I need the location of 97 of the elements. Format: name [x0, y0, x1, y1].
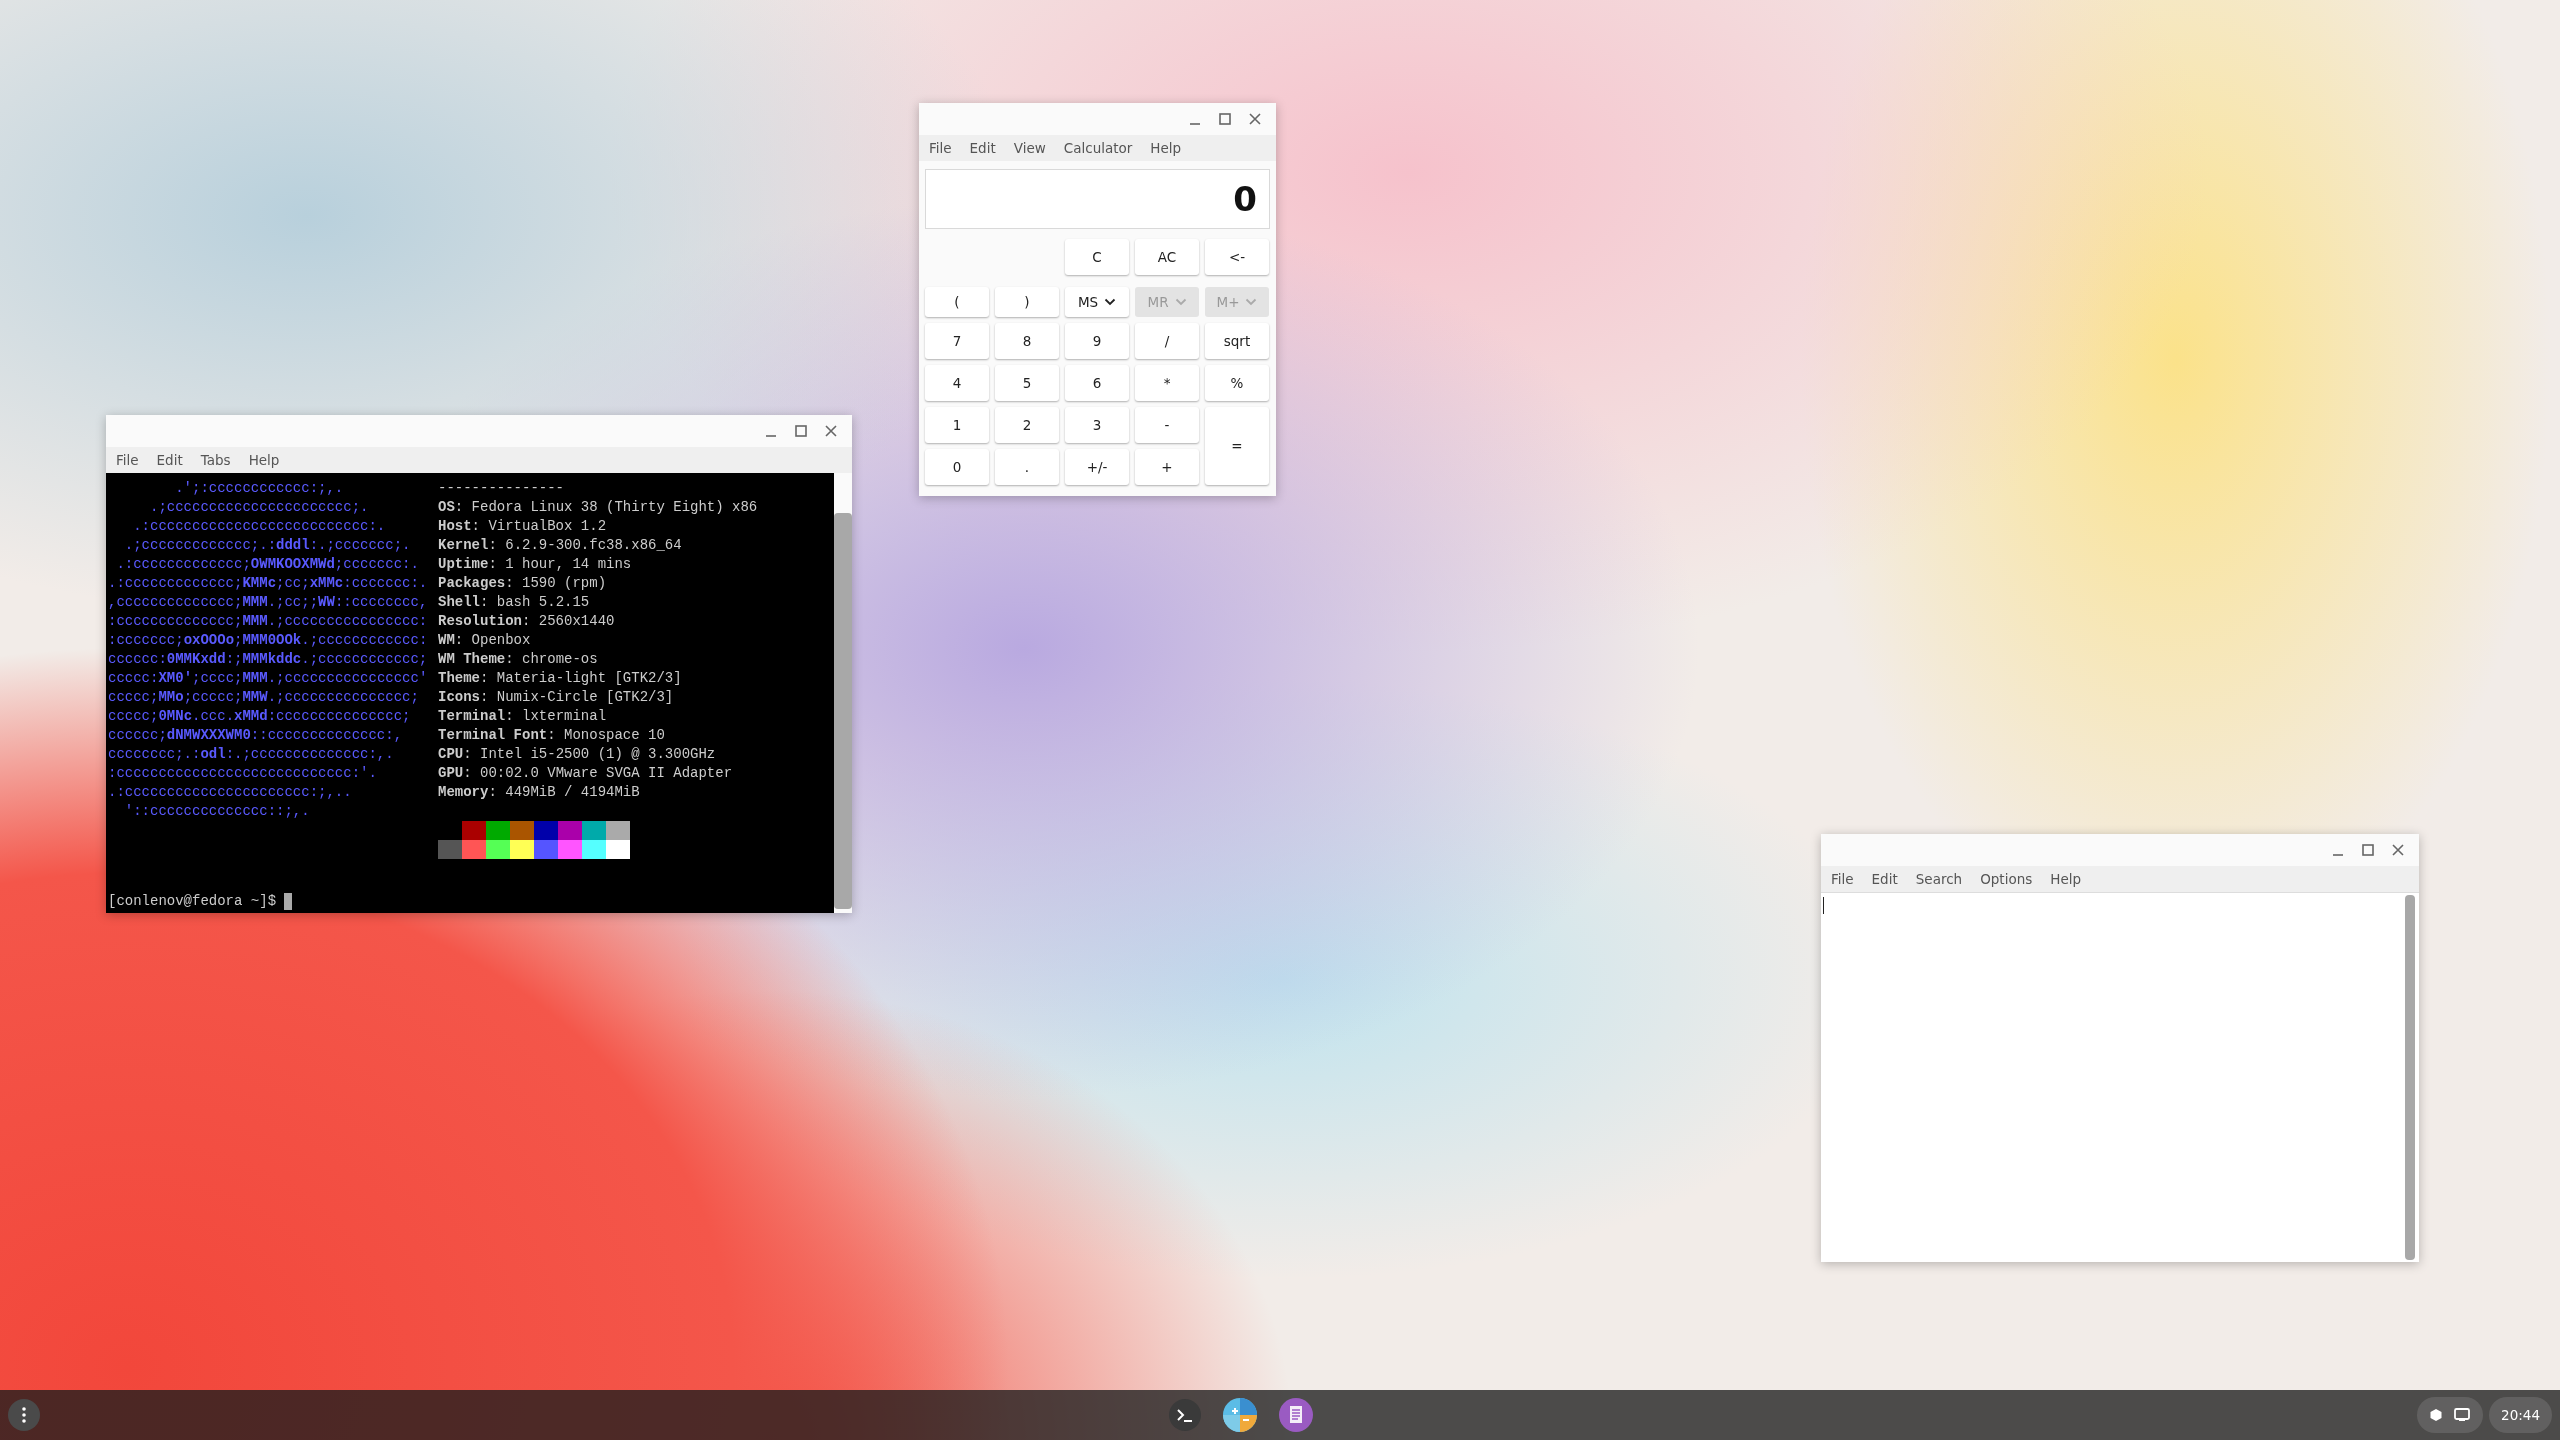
keypad-button[interactable]: .	[995, 449, 1059, 485]
logo-art-line: cccccccc;.:odl:.;cccccccccccccc:,.	[108, 745, 395, 764]
keypad-button[interactable]: )	[995, 287, 1059, 317]
keypad-button[interactable]: -	[1135, 407, 1199, 443]
command-prompt: [conlenov@fedora ~]$	[108, 892, 277, 911]
logo-art-line: .;cccccccccccccccccccccc;.	[149, 498, 370, 517]
keypad-button[interactable]: MS	[1065, 287, 1129, 317]
close-icon[interactable]	[2391, 843, 2405, 857]
chevron-down-icon	[1174, 298, 1187, 306]
keypad-button[interactable]: =	[1205, 407, 1269, 485]
keypad-button[interactable]: 5	[995, 365, 1059, 401]
keypad-button[interactable]: +/-	[1065, 449, 1129, 485]
close-icon[interactable]	[1248, 112, 1262, 126]
keypad-button[interactable]: 2	[995, 407, 1059, 443]
menu-item[interactable]: Options	[1974, 870, 2039, 888]
menu-item[interactable]: File	[923, 139, 958, 157]
system-info-line: WM Theme: chrome-os	[438, 650, 599, 669]
keypad-button[interactable]: *	[1135, 365, 1199, 401]
system-info-line: Terminal Font: Monospace 10	[438, 726, 666, 745]
system-info-line: Resolution: 2560x1440	[438, 612, 616, 631]
logo-art-line: .:cccccccccccccccccccccccccc:.	[132, 517, 387, 536]
menu-item[interactable]: Tabs	[194, 451, 237, 469]
logo-art-line: ccccc;MMo;ccccc;MMW.;ccccccccccccccc;	[108, 688, 420, 707]
logo-art-line: .:cccccccccccccccccccccc:;,..	[108, 783, 353, 802]
menu-item[interactable]: File	[110, 451, 145, 469]
logo-art-line: cccccc:0MMKxdd:;MMMkddc.;cccccccccccc;	[108, 650, 429, 669]
keypad-button[interactable]: 1	[925, 407, 989, 443]
menu-item[interactable]: Edit	[1865, 870, 1904, 888]
keypad-button[interactable]: /	[1135, 323, 1199, 359]
menu-item[interactable]: Help	[2044, 870, 2087, 888]
logo-art-line: .';:cccccccccccc:;,.	[174, 479, 345, 498]
globe-icon[interactable]	[1223, 1398, 1257, 1432]
system-tray[interactable]	[2417, 1397, 2484, 1433]
system-info-line: Memory: 449MiB / 4194MiB	[438, 783, 641, 802]
terminal-icon[interactable]	[1169, 1399, 1201, 1431]
keypad-button[interactable]: 9	[1065, 323, 1129, 359]
text-cursor	[284, 893, 293, 910]
maximize-icon[interactable]	[794, 424, 808, 438]
scrollbar-thumb[interactable]	[2405, 895, 2415, 1260]
menu-item[interactable]: Edit	[963, 139, 1002, 157]
system-info-line: Uptime: 1 hour, 14 mins	[438, 555, 633, 574]
logo-art-line: .:ccccccccccccc;KMMc;cc;xMMc:ccccccc:.	[108, 574, 429, 593]
keypad-button[interactable]: sqrt	[1205, 323, 1269, 359]
text-cursor	[1823, 897, 1824, 914]
hexagon-icon[interactable]	[2429, 1408, 2444, 1422]
document-icon[interactable]	[1279, 1398, 1313, 1432]
keypad-button[interactable]: 6	[1065, 365, 1129, 401]
maximize-icon[interactable]	[1218, 112, 1232, 126]
monitor-icon[interactable]	[2453, 1407, 2472, 1423]
menu-item[interactable]: Edit	[150, 451, 189, 469]
keypad-button[interactable]: %	[1205, 365, 1269, 401]
system-info-line: Shell: bash 5.2.15	[438, 593, 591, 612]
menu-item[interactable]: Help	[1144, 139, 1188, 157]
maximize-icon[interactable]	[2361, 843, 2375, 857]
separator-line: ---------------	[438, 479, 566, 498]
keypad-button[interactable]: (	[925, 287, 989, 317]
keypad-button[interactable]: 7	[925, 323, 989, 359]
clock[interactable]: 20:44	[2489, 1397, 2552, 1433]
menu-item[interactable]: Search	[1909, 870, 1969, 888]
logo-art-line: :cccccccccccccccccccccccccccc:'.	[108, 764, 378, 783]
logo-art-line: ,cccccccccccccc;MMM.;cc;;WW::cccccccc,	[108, 593, 429, 612]
logo-art-line: cccccc;dNMWXXXWM0::cccccccccccccc:,	[108, 726, 404, 745]
keypad-button[interactable]: AC	[1135, 239, 1199, 275]
logo-art-line: :cccccccccccccc;MMM.;cccccccccccccccc:	[108, 612, 429, 631]
keypad-button[interactable]: 8	[995, 323, 1059, 359]
system-info-line: Terminal: lxterminal	[438, 707, 608, 726]
keypad-button[interactable]: C	[1065, 239, 1129, 275]
system-info-line: Kernel: 6.2.9-300.fc38.x86_64	[438, 536, 683, 555]
menu-item[interactable]: Help	[242, 451, 286, 469]
system-info-line: GPU: 00:02.0 VMware SVGA II Adapter	[438, 764, 734, 783]
system-info-line: OS: Fedora Linux 38 (Thirty Eight) x86	[438, 498, 758, 517]
launcher-icon[interactable]	[8, 1399, 40, 1431]
menu-item[interactable]: File	[1825, 870, 1860, 888]
system-info-line: Host: VirtualBox 1.2	[438, 517, 608, 536]
keypad-button[interactable]: 0	[925, 449, 989, 485]
system-info-line: Packages: 1590 (rpm)	[438, 574, 608, 593]
keypad-button[interactable]: 3	[1065, 407, 1129, 443]
close-icon[interactable]	[824, 424, 838, 438]
system-info-line: Theme: Materia-light [GTK2/3]	[438, 669, 683, 688]
logo-art-line: :ccccccc;oxOOOo;MMM0OOk.;cccccccccccc:	[108, 631, 429, 650]
logo-art-line: .:ccccccccccccc;OWMKOOXMWd;ccccccc:.	[115, 555, 420, 574]
system-info-line: WM: Openbox	[438, 631, 532, 650]
chevron-down-icon	[1104, 298, 1117, 306]
logo-art-line: .;ccccccccccccc;.:dddl:.;ccccccc;.	[123, 536, 412, 555]
keypad-button[interactable]: <-	[1205, 239, 1269, 275]
chevron-down-icon	[1245, 298, 1258, 306]
logo-art-line: ccccc;0MNc.ccc.xMMd:ccccccccccccccc;	[108, 707, 412, 726]
calculator-display: 0	[925, 169, 1270, 229]
keypad-button[interactable]: 4	[925, 365, 989, 401]
system-info-line: Icons: Numix-Circle [GTK2/3]	[438, 688, 675, 707]
menu-item[interactable]: View	[1007, 139, 1052, 157]
scrollbar-thumb[interactable]	[834, 513, 852, 909]
system-info-line: CPU: Intel i5-2500 (1) @ 3.300GHz	[438, 745, 717, 764]
logo-art-line: '::cccccccccccccc::;,.	[123, 802, 311, 821]
logo-art-line: ccccc:XM0';cccc;MMM.;cccccccccccccccc'	[108, 669, 429, 688]
keypad-button[interactable]: +	[1135, 449, 1199, 485]
menu-item[interactable]: Calculator	[1057, 139, 1139, 157]
